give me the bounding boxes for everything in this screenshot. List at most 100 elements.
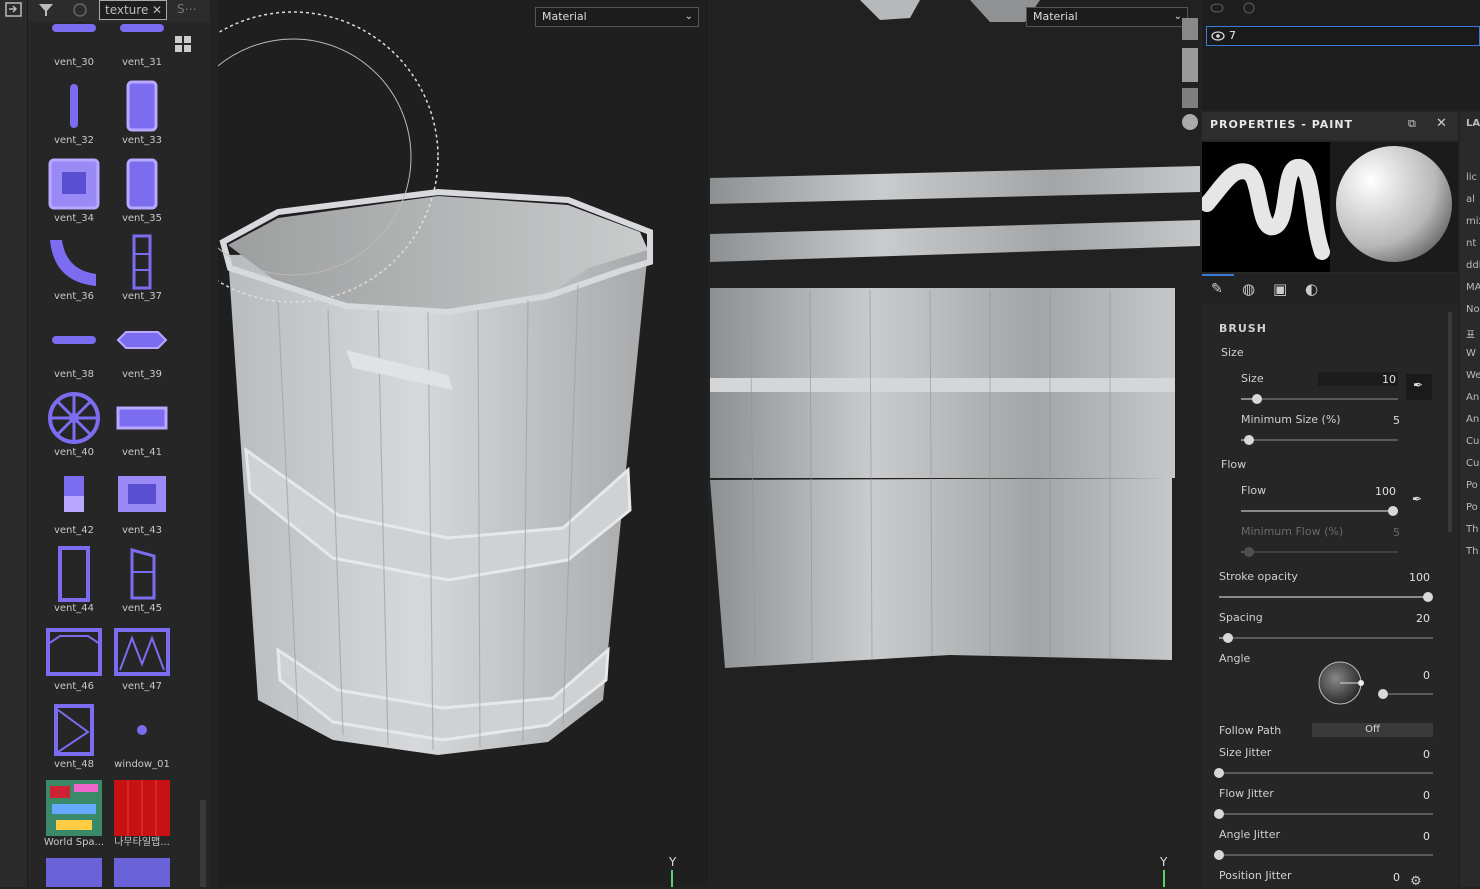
min-flow-label: Minimum Flow (%) [1241,525,1344,538]
brush-icon: ✎ [1211,281,1223,297]
size-slider[interactable] [1241,394,1398,404]
shelf-item-thumbnail [52,336,96,344]
material-select[interactable]: Material ⌄ [1026,7,1188,27]
material-thumb[interactable] [1182,114,1198,130]
slider-knob[interactable] [1214,768,1224,778]
side-panel-item: Po [1466,480,1478,491]
shelf-item[interactable]: vent_42 [40,460,108,538]
filter-icon[interactable] [38,2,54,18]
shelf-item[interactable]: vent_32 [40,70,108,148]
shelf-item-thumbnail [48,158,100,210]
properties-scrollbar[interactable] [1448,312,1452,532]
layer-row[interactable]: 7 [1206,26,1480,46]
side-panel-tab[interactable]: LA [1466,118,1480,129]
material-thumb[interactable] [1182,88,1198,108]
material-thumb[interactable] [1182,18,1198,40]
shelf-item-label: vent_46 [53,681,95,692]
material-icon[interactable]: ◐ [1305,280,1318,298]
angle-slider[interactable] [1378,689,1433,699]
shelf-item[interactable] [108,850,176,887]
shelf-tab-bar: texture ✕ S⋯ [28,0,210,22]
min-flow-slider [1241,547,1398,557]
follow-path-toggle[interactable]: Off [1312,723,1433,737]
shelf-scrollbar[interactable] [200,800,206,887]
viewport-3d[interactable]: Material ⌄ Y [218,0,708,887]
shelf-item[interactable]: vent_38 [40,304,108,382]
flow-jitter-slider[interactable] [1214,809,1433,819]
flow-label: Flow [1241,484,1267,497]
shelf-item[interactable]: vent_31 [108,22,176,70]
stroke-opacity-slider[interactable] [1219,592,1433,602]
info-icon[interactable] [1242,2,1256,14]
shelf-item[interactable]: vent_47 [108,616,176,694]
shelf-item[interactable]: 나무타일맵... [108,772,176,850]
visibility-icon[interactable] [1210,2,1224,14]
slider-knob[interactable] [1243,435,1254,445]
shelf-item[interactable]: vent_43 [108,460,176,538]
shelf-item-thumbnail [54,704,94,756]
dock-icon[interactable] [5,2,23,18]
angle-jitter-slider[interactable] [1214,850,1433,860]
shelf-tab-second[interactable]: S⋯ [172,0,206,20]
shelf-item[interactable]: vent_37 [108,226,176,304]
viewport-2d[interactable]: Material ⌄ Y [710,0,1200,887]
side-panel-item: mix [1466,216,1480,227]
shelf-item-label: vent_47 [121,681,163,692]
shelf-item[interactable]: vent_44 [40,538,108,616]
shelf-tab-texture[interactable]: texture ✕ [99,0,167,20]
stencil-icon[interactable]: ▣ [1273,280,1287,298]
bucket-3d-model [218,11,673,887]
shelf-item[interactable]: window_01 [108,694,176,772]
slider-knob[interactable] [1222,633,1233,643]
eye-icon[interactable] [1211,31,1225,41]
tab-brush[interactable]: ✎ [1202,274,1234,304]
maximize-icon[interactable]: ⧉ [1408,117,1416,131]
shelf-item[interactable]: vent_36 [40,226,108,304]
size-jitter-slider[interactable] [1214,768,1433,778]
pen-icon[interactable]: ✒ [1412,492,1422,506]
shelf-item[interactable]: vent_48 [40,694,108,772]
min-size-slider[interactable] [1241,435,1398,445]
slider-knob[interactable] [1388,506,1398,516]
side-panel-item: Po [1466,502,1478,513]
shelf-item[interactable]: World Spa... [40,772,108,850]
shelf-item-label: vent_45 [121,603,163,614]
shelf-item[interactable]: vent_40 [40,382,108,460]
grid-view-icon[interactable] [174,35,192,53]
axis-label-y: Y [669,855,677,869]
slider-knob[interactable] [1251,394,1262,404]
material-select[interactable]: Material ⌄ [535,7,699,27]
slider-knob[interactable] [1378,689,1388,699]
stroke-opacity-label: Stroke opacity [1219,570,1298,583]
shelf-item[interactable]: vent_39 [108,304,176,382]
slider-knob[interactable] [1243,547,1254,557]
shelf-item[interactable]: vent_30 [40,22,108,70]
side-panel: LA lic al mix nt o ddi MA No 표W We An An Cu Cu Po Po Th… [1460,112,1480,887]
slider-fill [1219,596,1428,598]
pen-pressure-button[interactable]: ✒ [1406,374,1432,400]
shelf-item[interactable]: vent_46 [40,616,108,694]
angle-dial[interactable] [1316,658,1370,708]
slider-knob[interactable] [1214,809,1224,819]
flow-slider[interactable] [1241,506,1398,516]
shelf-item[interactable]: vent_45 [108,538,176,616]
shelf-item[interactable]: vent_35 [108,148,176,226]
alpha-icon[interactable]: ◍ [1242,280,1255,298]
shelf-item[interactable]: vent_41 [108,382,176,460]
left-toolbar [0,0,28,887]
close-icon[interactable]: ✕ [152,1,162,19]
shelf-item[interactable]: vent_34 [40,148,108,226]
slider-knob[interactable] [1423,592,1433,602]
material-thumb[interactable] [1182,48,1198,82]
shelf-item-label: vent_32 [53,135,95,146]
shelf-item-label: vent_34 [53,213,95,224]
close-icon[interactable]: ✕ [1436,116,1447,131]
refresh-icon[interactable] [72,2,88,18]
shelf-item[interactable]: vent_33 [108,70,176,148]
panel-title: PROPERTIES - PAINT [1210,118,1354,131]
properties-panel: PROPERTIES - PAINT ⧉ ✕ ✎ ◍ ▣ ◐ BRUSH Siz… [1202,112,1458,889]
slider-knob[interactable] [1214,850,1224,860]
shelf-item-thumbnail [70,84,78,128]
shelf-item[interactable] [40,850,108,887]
spacing-slider[interactable] [1219,633,1433,643]
